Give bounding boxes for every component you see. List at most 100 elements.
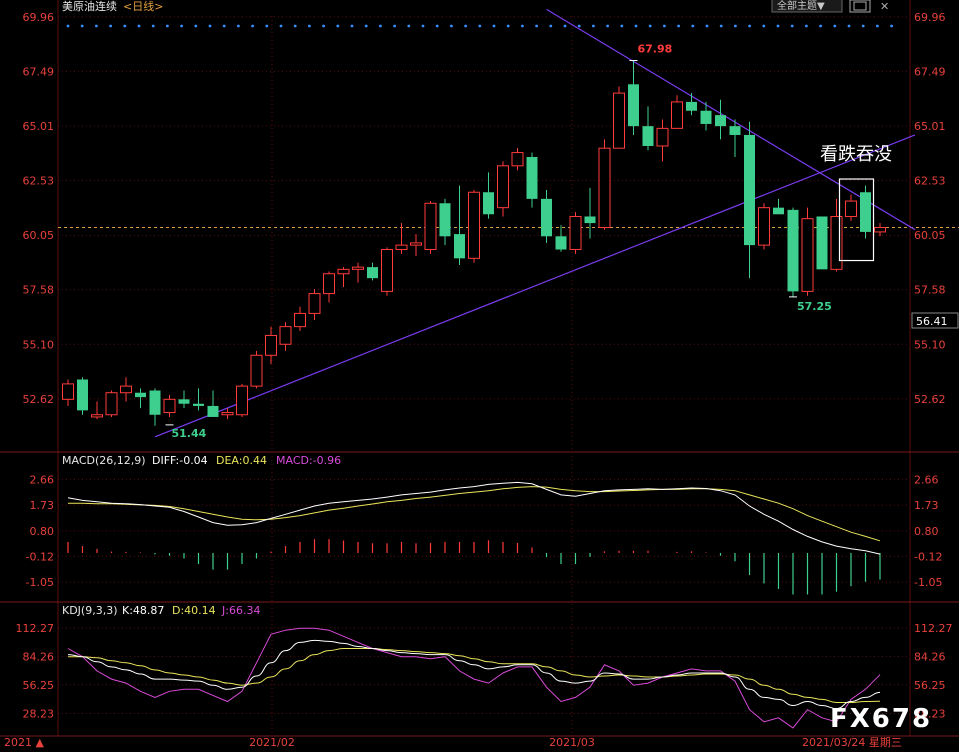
top-dot: [166, 24, 169, 28]
candle-body-down: [860, 192, 871, 232]
macd-tick-left: -0.12: [26, 550, 54, 563]
low2-label: 57.25: [797, 300, 832, 313]
price-tick-right: 52.62: [914, 393, 946, 406]
candle-body-down: [526, 156, 538, 199]
chart-title: 美原油连续: [62, 0, 117, 13]
candles: [62, 60, 886, 426]
candle-body-down: [149, 390, 161, 415]
candle-body-down: [541, 198, 552, 237]
candle-body-down: [628, 84, 639, 127]
price-tick-left: 55.10: [23, 338, 55, 351]
candle-body-down: [686, 101, 697, 111]
top-dot: [450, 24, 453, 28]
top-dot: [748, 24, 751, 28]
candle-body-up: [830, 215, 843, 270]
candle-body-down: [555, 236, 567, 250]
candle-body-down: [729, 126, 741, 135]
top-dot: [762, 24, 766, 28]
top-dot: [776, 24, 780, 28]
candle-body-down: [439, 203, 451, 237]
price-tick-right: 67.49: [914, 65, 946, 78]
candle-body-up: [163, 398, 176, 414]
candle-body-up: [569, 215, 582, 251]
macd-tick-right: -1.05: [914, 576, 942, 589]
period-label[interactable]: <日线>: [123, 0, 163, 13]
footer-date: 2021/03/24 星期三: [802, 736, 902, 749]
top-dot: [435, 24, 439, 28]
top-dot: [549, 24, 553, 28]
price-chart-canvas: 69.96 69.96 67.49 67.49 65.01 65.01 62.53 62.53…: [0, 0, 959, 749]
top-dot: [265, 24, 269, 28]
top-dot: [833, 24, 837, 28]
kdj-tick-right: 112.27: [914, 622, 953, 635]
annotations: 67.98 51.44 57.25 看跌吞没: [165, 43, 892, 440]
top-dot: [606, 24, 609, 28]
price-tick-right: 60.05: [914, 229, 946, 242]
top-dot: [535, 24, 538, 28]
candle-body-up: [337, 268, 350, 275]
watermark: FX678: [830, 704, 932, 734]
candle-body-up: [250, 354, 263, 387]
last-price-label: 56.41: [916, 315, 948, 328]
candle-body-up: [845, 200, 857, 217]
kdj-tick-left: 56.25: [23, 679, 55, 692]
high-label: 67.98: [638, 43, 673, 56]
macd-tick-left: 1.73: [30, 499, 55, 512]
candle-body-up: [120, 385, 132, 394]
top-dot: [293, 24, 297, 28]
macd-tick-left: 2.66: [30, 473, 55, 486]
candle-body-down: [744, 134, 755, 246]
macd-tick-right: 0.80: [914, 525, 939, 538]
price-tick-left: 62.53: [23, 175, 55, 188]
top-dot: [805, 24, 808, 28]
macd-tick-right: 2.66: [914, 473, 939, 486]
top-dot: [308, 24, 311, 28]
footer-left[interactable]: 2021 ▲: [4, 736, 44, 749]
candle-body-up: [468, 191, 480, 259]
candle-body-down: [642, 126, 654, 146]
candle-body-up: [62, 383, 74, 400]
top-dot: [322, 24, 325, 28]
macd-panel: 2.66 2.66 1.73 1.73 0.80 0.80 -0.12 -0.12 -1.05 -…: [26, 473, 942, 595]
top-dot: [563, 24, 567, 28]
kdj-legend-k: K:48.87: [122, 604, 164, 617]
candle-body-down: [207, 405, 219, 417]
top-dot: [861, 24, 865, 28]
candle-body-down: [816, 216, 828, 270]
kdj-tick-right: 56.25: [914, 679, 946, 692]
candle-body-down: [584, 216, 596, 224]
candle-body-up: [308, 293, 321, 314]
candle-body-up: [656, 127, 669, 147]
candle-body-up: [497, 165, 509, 209]
top-dot: [379, 24, 382, 28]
top-dot: [663, 24, 666, 28]
engulfing-label: 看跌吞没: [820, 144, 892, 165]
candle-body-up: [598, 147, 611, 228]
top-dot: [648, 24, 652, 28]
candle-body-up: [279, 326, 292, 345]
top-dot: [492, 24, 496, 28]
top-dot: [592, 24, 595, 28]
top-dot: [194, 24, 198, 28]
all-topics-button[interactable]: 全部主题▼: [777, 0, 825, 12]
price-tick-left: 65.01: [23, 120, 55, 133]
candle-body-down: [483, 192, 494, 215]
macd-legend-dea: DEA:0.44: [216, 454, 267, 467]
kdj-legend-d: D:40.14: [172, 604, 216, 617]
top-dot: [80, 24, 84, 28]
candle-body-up: [395, 244, 408, 251]
candle-body-up: [105, 392, 118, 416]
top-dot: [819, 24, 822, 28]
top-dot: [691, 24, 695, 28]
top-dot: [734, 24, 737, 28]
kdj-tick-right: 84.26: [914, 650, 946, 663]
top-dot: [237, 24, 240, 28]
candle-body-up: [410, 242, 422, 246]
close-icon[interactable]: ✕: [880, 0, 889, 13]
candle-body-up: [381, 249, 393, 292]
top-dot: [208, 24, 212, 28]
price-tick-right: 62.53: [914, 175, 946, 188]
top-dot: [577, 24, 581, 28]
top-dot: [66, 24, 70, 28]
price-tick-right: 69.96: [914, 11, 946, 24]
